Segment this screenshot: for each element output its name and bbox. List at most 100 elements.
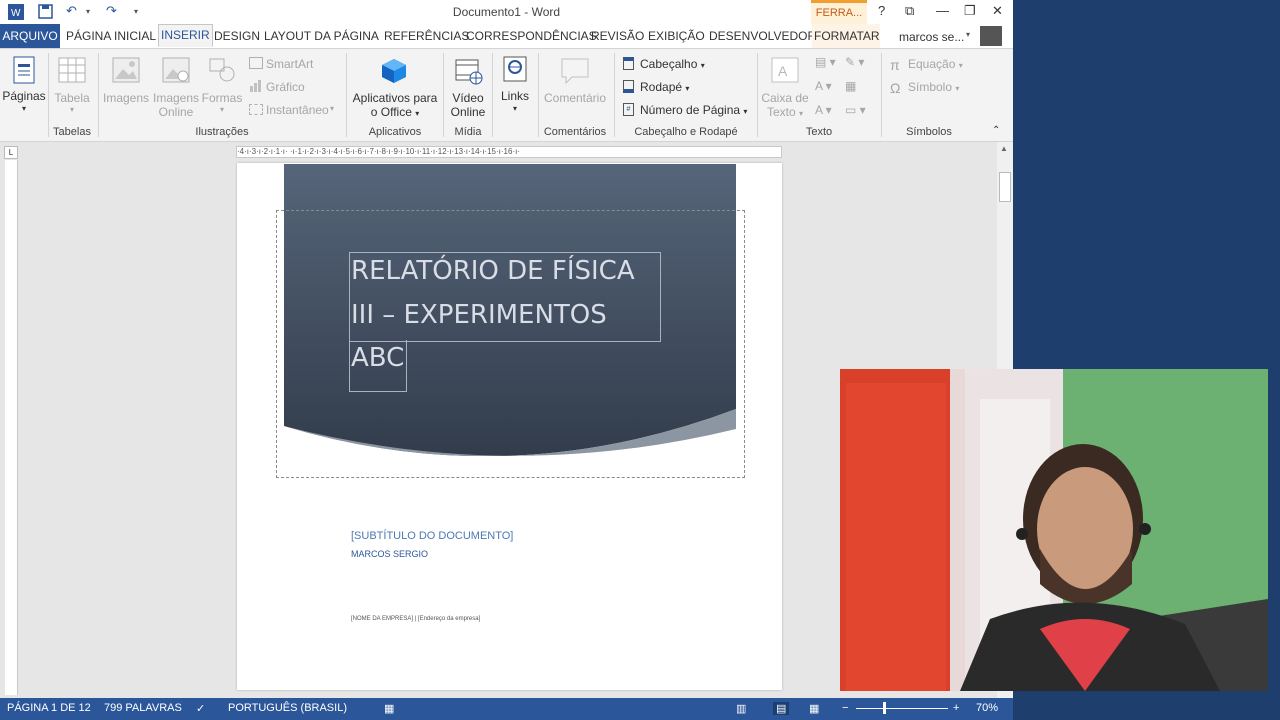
tab-correspondencias[interactable]: CORRESPONDÊNCIAS xyxy=(464,24,599,48)
page-number-icon: # xyxy=(623,103,634,116)
zoom-level[interactable]: 70% xyxy=(976,702,998,714)
links-button[interactable]: Links xyxy=(494,89,536,103)
rodape-button[interactable]: Rodapé ▾ xyxy=(640,80,689,94)
group-label-aplicativos: Aplicativos xyxy=(368,126,422,138)
grafico-button[interactable]: Gráfico xyxy=(266,80,305,94)
document-subtitle[interactable]: [SUBTÍTULO DO DOCUMENTO] xyxy=(351,530,513,542)
links-dropdown-icon[interactable]: ▾ xyxy=(494,104,536,113)
help-button[interactable]: ? xyxy=(878,3,885,18)
comentario-button[interactable]: Comentário xyxy=(540,91,610,105)
simbolo-button[interactable]: Símbolo ▾ xyxy=(908,80,959,94)
language-status[interactable]: PORTUGUÊS (BRASIL) xyxy=(228,702,347,714)
quick-parts-icon[interactable]: ▤ ▾ xyxy=(815,55,836,69)
user-name[interactable]: marcos se... xyxy=(899,30,964,44)
zoom-out-button[interactable]: − xyxy=(842,702,848,714)
zoom-slider[interactable] xyxy=(856,708,948,709)
smartart-button[interactable]: SmartArt xyxy=(266,57,313,71)
zoom-in-button[interactable]: + xyxy=(953,702,959,714)
formas-button[interactable]: Formas xyxy=(200,91,244,105)
tab-desenvolvedor[interactable]: DESENVOLVEDOR xyxy=(707,24,818,48)
tab-layout-da-pagina[interactable]: LAYOUT DA PÁGINA xyxy=(262,24,381,48)
tab-revisao[interactable]: REVISÃO xyxy=(589,24,646,48)
formas-dropdown-icon[interactable]: ▾ xyxy=(200,105,244,114)
tab-inserir[interactable]: INSERIR xyxy=(158,24,213,47)
simbolo-label: Símbolo xyxy=(908,80,953,94)
rodape-dropdown-icon: ▾ xyxy=(685,84,690,93)
imagens-online-label-2: Online xyxy=(158,105,194,119)
equacao-button[interactable]: Equação ▾ xyxy=(908,57,963,71)
svg-text:A: A xyxy=(778,63,788,79)
ribbon-display-options-button[interactable]: ⧉ xyxy=(905,3,914,19)
tab-selector-icon[interactable]: L xyxy=(4,146,18,159)
paginas-button[interactable]: Páginas xyxy=(2,89,46,103)
header-icon xyxy=(623,57,634,70)
scrollbar-thumb[interactable] xyxy=(999,172,1011,202)
aplicativos-label-2: o Office xyxy=(370,105,412,119)
store-apps-icon xyxy=(382,59,406,83)
caixa-de-texto-button[interactable]: Caixa de Texto ▾ xyxy=(759,91,811,119)
document-author[interactable]: MARCOS SERGIO xyxy=(351,549,428,559)
imagens-button[interactable]: Imagens xyxy=(102,91,150,105)
cabecalho-label: Cabeçalho xyxy=(640,57,698,71)
equacao-dropdown-icon: ▾ xyxy=(958,61,963,70)
vertical-ruler[interactable] xyxy=(5,160,18,695)
horizontal-ruler[interactable]: ·4·ı·3·ı·2·ı·1·ı· ·ı·1·ı·2·ı·3·ı·4·ı·5·ı… xyxy=(236,146,782,158)
equation-icon: π xyxy=(890,57,900,73)
context-tab-ferramentas[interactable]: FERRA... xyxy=(811,0,867,24)
online-pictures-icon xyxy=(162,57,190,83)
webcam-overlay xyxy=(840,369,1268,691)
ribbon-tabs: ARQUIVO PÁGINA INICIAL INSERIR DESIGN LA… xyxy=(0,24,1013,48)
imagens-online-label-1: Imagens xyxy=(152,91,200,105)
tab-referencias[interactable]: REFERÊNCIAS xyxy=(382,24,471,48)
signature-line-icon[interactable]: ✎ ▾ xyxy=(845,55,864,69)
wordart-icon[interactable]: A ▾ xyxy=(815,79,832,93)
group-label-ilustracoes: Ilustrações xyxy=(195,126,249,138)
aplicativos-office-button[interactable]: Aplicativos para o Office ▾ xyxy=(348,91,442,119)
collapse-ribbon-icon[interactable]: ⌃ xyxy=(992,125,1000,136)
shape-selection-frame[interactable] xyxy=(276,210,745,478)
links-icon xyxy=(503,56,527,82)
web-layout-icon[interactable]: ▦ xyxy=(809,702,819,715)
instantaneo-button[interactable]: Instantâneo xyxy=(266,103,329,117)
tab-formatar[interactable]: FORMATAR xyxy=(812,24,880,48)
caixa-texto-dropdown-icon: ▾ xyxy=(799,109,804,118)
object-icon[interactable]: ▭ ▾ xyxy=(845,103,866,117)
avatar[interactable] xyxy=(980,26,1002,46)
tab-pagina-inicial[interactable]: PÁGINA INICIAL xyxy=(64,24,158,48)
page-count[interactable]: PÁGINA 1 DE 12 xyxy=(7,702,91,714)
zoom-slider-thumb[interactable] xyxy=(883,702,886,714)
document-title-line-2[interactable]: III – EXPERIMENTOS xyxy=(351,300,607,330)
close-button[interactable]: ✕ xyxy=(992,3,1003,19)
group-label-simbolos: Símbolos xyxy=(906,126,952,138)
word-count[interactable]: 799 PALAVRAS xyxy=(104,702,182,714)
instantaneo-dropdown-icon[interactable]: ▾ xyxy=(330,104,334,113)
imagens-online-button[interactable]: Imagens Online xyxy=(150,91,202,119)
document-title-line-1[interactable]: RELATÓRIO DE FÍSICA xyxy=(351,256,635,286)
video-online-button[interactable]: Vídeo Online xyxy=(446,91,490,119)
tab-arquivo[interactable]: ARQUIVO xyxy=(0,24,60,48)
date-time-icon[interactable]: ▦ xyxy=(845,79,856,93)
read-mode-icon[interactable]: ▥ xyxy=(736,702,746,715)
tabela-dropdown-icon[interactable]: ▾ xyxy=(50,105,94,114)
simbolo-dropdown-icon: ▾ xyxy=(955,84,960,93)
minimize-button[interactable]: — xyxy=(936,3,949,18)
tab-design[interactable]: DESIGN xyxy=(212,24,262,48)
user-dropdown-icon[interactable]: ▾ xyxy=(966,30,970,39)
numero-pagina-button[interactable]: Número de Página ▾ xyxy=(640,103,747,117)
scroll-up-icon[interactable]: ▲ xyxy=(1000,144,1008,153)
macro-recording-icon[interactable]: ▦ xyxy=(384,702,394,715)
screenshot-icon xyxy=(249,104,263,115)
tabela-button[interactable]: Tabela xyxy=(50,91,94,105)
cabecalho-button[interactable]: Cabeçalho ▾ xyxy=(640,57,705,71)
maximize-button[interactable]: ❐ xyxy=(964,3,976,19)
cabecalho-dropdown-icon: ▾ xyxy=(700,61,705,70)
title-bar: W ↶ ▾ ↷ ▾ Documento1 - Word FERRA... ? ⧉… xyxy=(0,0,1013,24)
proofing-icon[interactable]: ✓ xyxy=(196,702,205,715)
print-layout-icon[interactable]: ▤ xyxy=(773,702,790,715)
drop-cap-icon[interactable]: A ▾ xyxy=(815,103,832,117)
company-info[interactable]: [NOME DA EMPRESA] | [Endereço da empresa… xyxy=(351,616,480,622)
comment-icon xyxy=(561,58,589,85)
numero-pagina-label: Número de Página xyxy=(640,103,741,117)
tab-exibicao[interactable]: EXIBIÇÃO xyxy=(646,24,707,48)
paginas-dropdown-icon[interactable]: ▾ xyxy=(2,104,46,113)
